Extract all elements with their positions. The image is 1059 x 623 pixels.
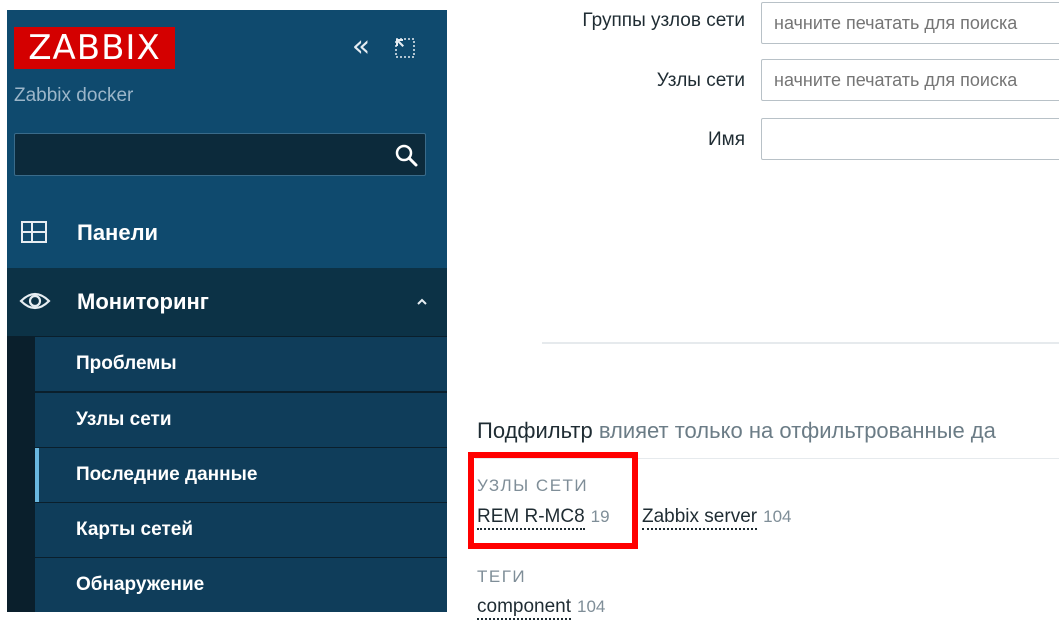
monitoring-submenu: Проблемы Узлы сети Последние данные Карт… — [7, 336, 447, 612]
search-button[interactable] — [393, 142, 419, 168]
hosts-label: Узлы сети — [656, 70, 745, 91]
subfilter-tag-component[interactable]: component 104 — [477, 596, 606, 620]
host-groups-label: Группы узлов сети — [582, 10, 745, 31]
zabbix-logo[interactable]: ZABBIX — [14, 27, 175, 69]
subfilter-item-count: 104 — [577, 597, 606, 616]
subfilter-host-zabbix-server[interactable]: Zabbix server 104 — [642, 506, 792, 530]
sidebar: ZABBIX « Zabbix docker Панели Мониторинг… — [0, 0, 447, 623]
tags-section-title: ТЕГИ — [477, 567, 527, 586]
collapse-sidebar-button[interactable]: « — [344, 32, 378, 63]
submenu-item-hosts[interactable]: Узлы сети — [35, 393, 447, 447]
kiosk-mode-button[interactable] — [393, 36, 417, 60]
submenu-item-label: Узлы сети — [76, 409, 172, 430]
menu-item-label: Панели — [77, 220, 159, 245]
menu-item-monitoring[interactable]: Мониторинг — [7, 268, 447, 336]
dashboard-icon — [19, 219, 49, 247]
submenu-item-discovery[interactable]: Обнаружение — [35, 558, 447, 612]
menu-item-label: Мониторинг — [77, 289, 209, 314]
submenu-item-label: Обнаружение — [76, 574, 205, 595]
active-indicator — [35, 448, 39, 502]
submenu-item-label: Последние данные — [76, 464, 258, 485]
server-name: Zabbix docker — [14, 85, 134, 106]
host-groups-input[interactable] — [761, 2, 1059, 44]
subfilter-item-name: component — [477, 596, 572, 620]
subfilter-item-count: 104 — [763, 507, 792, 526]
submenu-item-label: Проблемы — [76, 353, 177, 374]
app-root: ZABBIX « Zabbix docker Панели Мониторинг… — [0, 0, 1059, 623]
hosts-input[interactable] — [761, 59, 1059, 101]
subfilter-note: влияет только на отфильтрованные да — [598, 418, 996, 443]
expand-icon — [395, 38, 415, 58]
sidebar-search — [14, 133, 426, 176]
submenu-item-maps[interactable]: Карты сетей — [35, 503, 447, 557]
menu-item-dashboards[interactable]: Панели — [7, 200, 447, 266]
sidebar-search-input[interactable] — [15, 134, 385, 175]
frame-edge — [0, 612, 447, 623]
submenu-item-problems[interactable]: Проблемы — [35, 337, 447, 391]
subfilter-item-name: Zabbix server — [642, 506, 758, 530]
subfilter-title: Подфильтр — [477, 418, 593, 443]
name-input[interactable] — [761, 118, 1059, 160]
subfilter-heading: Подфильтр влияет только на отфильтрованн… — [477, 418, 996, 444]
frame-edge — [0, 0, 7, 623]
divider — [542, 342, 1059, 344]
main-content: Группы узлов сети Узлы сети Имя Подфильт… — [447, 0, 1059, 623]
name-label: Имя — [707, 129, 745, 150]
double-chevron-left-icon: « — [351, 29, 371, 64]
eye-icon — [19, 286, 51, 314]
submenu-item-latest-data[interactable]: Последние данные — [35, 448, 447, 502]
search-icon — [395, 144, 418, 167]
frame-edge — [0, 0, 447, 10]
annotation-highlight — [468, 452, 638, 549]
submenu-item-label: Карты сетей — [76, 519, 193, 540]
chevron-up-icon — [417, 298, 427, 305]
